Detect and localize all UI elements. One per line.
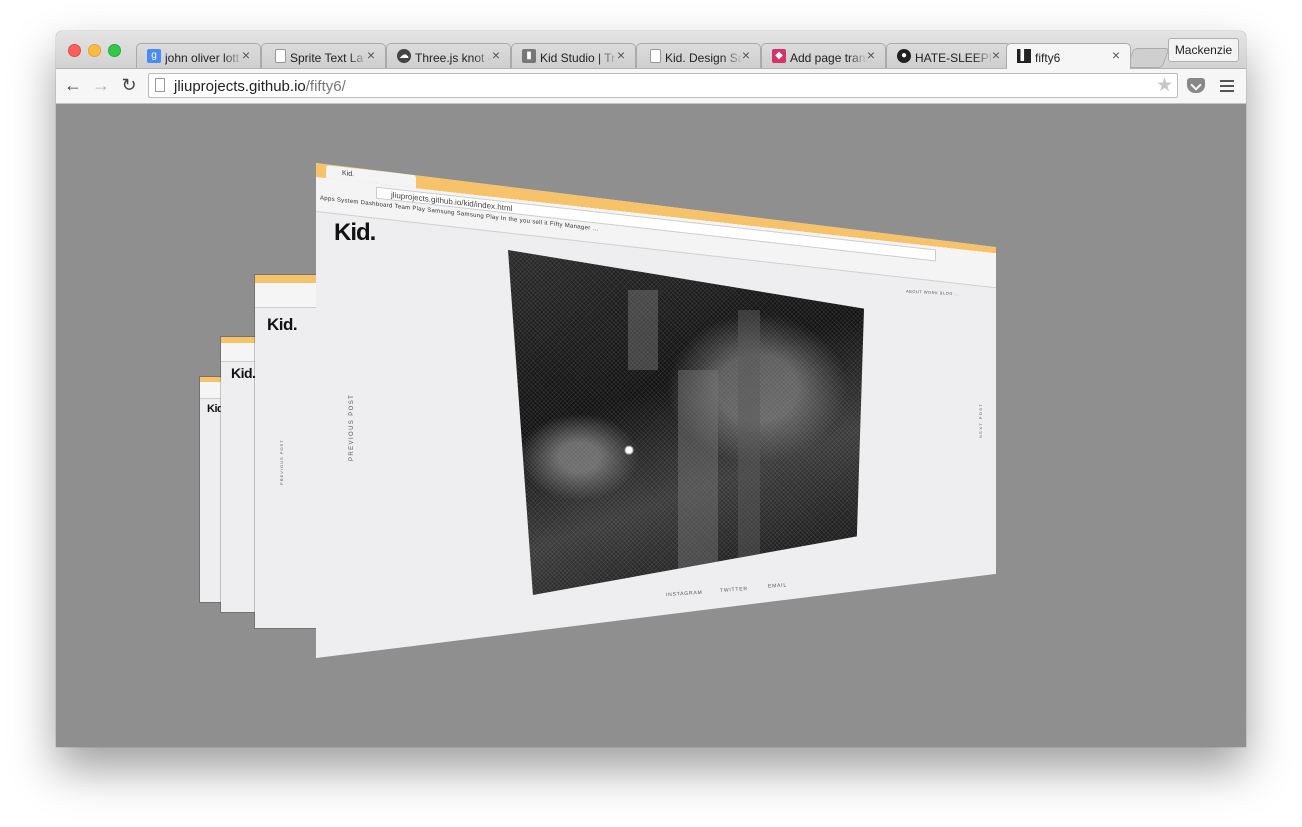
page-icon — [275, 49, 286, 63]
footer-email[interactable]: EMAIL — [768, 582, 787, 589]
tab-title: fifty6 — [1035, 51, 1061, 65]
page-card-2: Kid. PREVIOUS POST — [255, 275, 323, 628]
footer-twitter[interactable]: TWITTER — [720, 586, 748, 594]
cloud-icon: ☁ — [397, 49, 411, 63]
kid-icon: ▮ — [522, 49, 536, 63]
url-host: jliuprojects.github.io — [174, 78, 306, 95]
close-tab-icon[interactable]: × — [242, 47, 250, 63]
profile-button[interactable]: Mackenzie — [1168, 38, 1239, 62]
close-tab-icon[interactable]: × — [367, 47, 375, 63]
kid-logo: Kid. — [334, 219, 376, 246]
tab-strip: g john oliver lott × Sprite Text La × ☁ … — [56, 31, 1246, 69]
mini-url: jliuprojects.github.io/kid/index.html — [376, 186, 936, 262]
tab-title: Kid Studio | Tr — [540, 51, 616, 65]
pocket-icon[interactable] — [1187, 78, 1205, 93]
new-tab-button[interactable] — [1126, 48, 1170, 68]
tab-john-oliver[interactable]: g john oliver lott × — [136, 43, 261, 68]
tab-add-page-transition[interactable]: ◆ Add page trans × — [761, 43, 886, 68]
pink-icon: ◆ — [772, 49, 786, 63]
tab-kid-design[interactable]: Kid. Design Sa × — [636, 43, 761, 68]
url-text[interactable]: jliuprojects.github.io/fifty6/ — [174, 78, 346, 95]
minimize-window-button[interactable] — [88, 44, 101, 57]
browser-window: g john oliver lott × Sprite Text La × ☁ … — [56, 31, 1246, 747]
browser-toolbar: ← → ↻ jliuprojects.github.io/fifty6/ ★ — [56, 69, 1246, 104]
tab-threejs-knot[interactable]: ☁ Three.js knot - × — [386, 43, 511, 68]
tab-title: Kid. Design Sa — [665, 51, 743, 65]
github-icon: ● — [897, 49, 911, 63]
forward-button[interactable]: → — [90, 73, 112, 97]
card-logo: Kid. — [231, 365, 256, 381]
tab-title: HATE-SLEEPIN — [915, 51, 993, 65]
tab-sprite-text[interactable]: Sprite Text La × — [261, 43, 386, 68]
front-page: Kid. jliuprojects.github.io/kid/index.ht… — [316, 163, 996, 658]
previous-post-label[interactable]: PREVIOUS POST — [349, 394, 355, 461]
close-tab-icon[interactable]: × — [867, 47, 875, 63]
close-tab-icon[interactable]: × — [1112, 47, 1120, 63]
tab-hate-sleeping[interactable]: ● HATE-SLEEPIN × — [886, 43, 1011, 68]
page-icon — [155, 78, 165, 92]
site-nav: ABOUT WORK BLOG ... — [905, 288, 960, 297]
mini-browser-chrome: Kid. jliuprojects.github.io/kid/index.ht… — [316, 163, 996, 289]
close-tab-icon[interactable]: × — [742, 47, 750, 63]
back-button[interactable]: ← — [62, 73, 84, 97]
halftone-photo — [508, 250, 864, 595]
footer-instagram[interactable]: INSTAGRAM — [666, 590, 703, 599]
bookmark-star-icon[interactable]: ★ — [1156, 74, 1173, 97]
tab-kid-studio[interactable]: ▮ Kid Studio | Tr × — [511, 43, 636, 68]
tab-title: Sprite Text La — [290, 51, 364, 65]
previous-post-label: PREVIOUS POST — [279, 439, 284, 485]
page-icon — [650, 49, 661, 63]
card-logo: Kid. — [267, 315, 298, 334]
reload-button[interactable]: ↻ — [118, 73, 140, 97]
close-tab-icon[interactable]: × — [992, 47, 1000, 63]
address-bar[interactable]: jliuprojects.github.io/fifty6/ ★ — [148, 73, 1178, 98]
close-window-button[interactable] — [68, 44, 81, 57]
page-card-1[interactable]: Kid. jliuprojects.github.io/kid/index.ht… — [316, 163, 996, 658]
tab-title: john oliver lott — [165, 51, 240, 65]
fifty6-icon: ▌ — [1017, 49, 1031, 63]
menu-icon[interactable] — [1220, 80, 1234, 95]
google-icon: g — [147, 49, 161, 63]
zoom-window-button[interactable] — [108, 44, 121, 57]
tab-title: Three.js knot - — [415, 51, 492, 65]
tab-fifty6[interactable]: ▌ fifty6 × — [1006, 43, 1131, 69]
next-post-label[interactable]: NEXT POST — [978, 403, 983, 438]
close-tab-icon[interactable]: × — [492, 47, 500, 63]
mini-tab: Kid. — [326, 165, 416, 189]
url-path: /fifty6/ — [305, 78, 346, 95]
tab-title: Add page trans — [790, 51, 868, 65]
close-tab-icon[interactable]: × — [617, 47, 625, 63]
page-viewport: Kid Kid. Kid. PREVIOUS POST Kid. jliupro… — [56, 104, 1246, 747]
